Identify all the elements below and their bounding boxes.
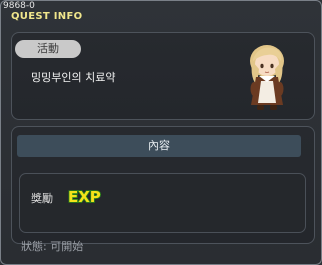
window-title: QUEST INFO <box>11 11 83 22</box>
quest-subject: 밍밍부인의 치료약 <box>31 71 116 84</box>
exp-icon: EXP <box>67 187 101 206</box>
reward-box <box>19 173 306 233</box>
quest-info-window: 9868-0 QUEST INFO 活動 밍밍부인의 치료약 內容 獎勵 EXP… <box>0 0 322 265</box>
content-header: 內容 <box>17 135 301 157</box>
reward-label: 獎勵 <box>31 192 53 205</box>
npc-portrait <box>250 45 284 110</box>
exp-icon-text: EXP <box>68 188 101 206</box>
quest-status: 狀態: 可開始 <box>21 240 84 253</box>
quest-id: 9868-0 <box>3 1 35 11</box>
quest-category-tag: 活動 <box>15 40 81 58</box>
